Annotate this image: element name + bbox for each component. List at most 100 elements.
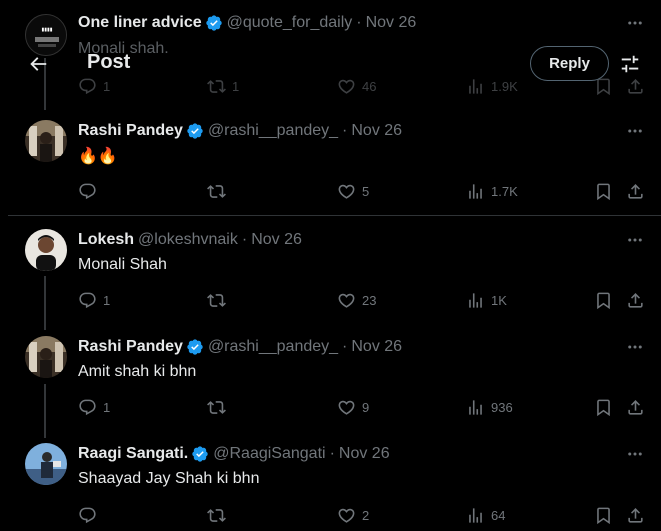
timestamp[interactable]: Nov 26 <box>339 445 390 463</box>
share-action[interactable] <box>626 290 645 310</box>
timestamp[interactable]: Nov 26 <box>351 122 402 140</box>
heart-icon <box>337 506 356 525</box>
tweet-rashi-pandey[interactable]: Rashi Pandey @rashi__pandey_ · Nov 26 Am… <box>0 336 661 432</box>
reply-icon <box>78 398 97 417</box>
more-options-icon[interactable] <box>625 122 645 140</box>
tweet-header: Raagi Sangati. @RaagiSangati · Nov 26 <box>78 443 390 465</box>
bookmark-action[interactable] <box>594 181 613 201</box>
like-action[interactable]: 23 <box>337 290 376 310</box>
reply-action[interactable]: 1 <box>78 290 110 310</box>
handle[interactable]: @RaagiSangati <box>213 445 325 463</box>
separator-dot: · <box>342 338 348 355</box>
timestamp[interactable]: Nov 26 <box>366 14 417 32</box>
repost-action[interactable] <box>207 290 232 310</box>
tweet-rashi-pandey[interactable]: Rashi Pandey @rashi__pandey_ · Nov 26 🔥🔥… <box>0 120 661 216</box>
avatar[interactable] <box>25 443 67 485</box>
verified-badge-icon <box>205 14 223 32</box>
tweet-raagi-sangati[interactable]: Raagi Sangati. @RaagiSangati · Nov 26 Sh… <box>0 443 661 531</box>
handle[interactable]: @lokeshvnaik <box>138 231 238 249</box>
views-icon <box>466 291 485 310</box>
display-name[interactable]: Raagi Sangati. <box>78 445 188 463</box>
display-name[interactable]: One liner advice <box>78 14 202 32</box>
heart-icon <box>337 291 356 310</box>
views-icon <box>466 182 485 201</box>
tweet-header: Rashi Pandey @rashi__pandey_ · Nov 26 <box>78 120 402 142</box>
avatar[interactable] <box>25 336 67 378</box>
more-options-icon[interactable] <box>625 14 645 32</box>
bookmark-action[interactable] <box>594 505 613 525</box>
views-action[interactable]: 936 <box>466 397 513 417</box>
separator-dot: · <box>356 14 362 31</box>
views-icon <box>466 398 485 417</box>
reply-action[interactable] <box>78 181 103 201</box>
avatar[interactable] <box>25 229 67 271</box>
handle[interactable]: @rashi__pandey_ <box>208 338 338 356</box>
heart-icon <box>337 398 356 417</box>
views-action[interactable]: 1.7K <box>466 181 518 201</box>
bookmark-action[interactable] <box>594 397 613 417</box>
bookmark-icon <box>594 506 613 525</box>
verified-badge-icon <box>191 445 209 463</box>
share-icon <box>626 398 645 417</box>
tweet-lokesh[interactable]: Lokesh @lokeshvnaik · Nov 26 Monali Shah… <box>0 229 661 325</box>
bookmark-icon <box>594 291 613 310</box>
separator-dot: · <box>241 231 248 248</box>
more-options-icon[interactable] <box>625 231 645 249</box>
tweet-text: Shaayad Jay Shah ki bhn <box>78 470 260 487</box>
display-name[interactable]: Rashi Pandey <box>78 122 183 140</box>
reply-action[interactable] <box>78 505 103 525</box>
reply-button[interactable]: Reply <box>530 46 609 81</box>
share-icon <box>626 182 645 201</box>
views-action[interactable]: 64 <box>466 505 505 525</box>
divider <box>8 215 661 216</box>
display-name[interactable]: Rashi Pandey <box>78 338 183 356</box>
repost-action[interactable] <box>207 397 232 417</box>
like-action[interactable]: 5 <box>337 181 369 201</box>
display-name[interactable]: Lokesh <box>78 231 134 249</box>
reply-action[interactable]: 1 <box>78 397 110 417</box>
share-action[interactable] <box>626 397 645 417</box>
svg-text:▮▮▮▮: ▮▮▮▮ <box>41 27 52 33</box>
tweet-header: Rashi Pandey @rashi__pandey_ · Nov 26 <box>78 336 402 358</box>
sliders-icon[interactable] <box>619 53 641 75</box>
views-action[interactable]: 1K <box>466 290 507 310</box>
reply-icon <box>78 291 97 310</box>
handle[interactable]: @quote_for_daily <box>227 14 353 32</box>
repost-action[interactable] <box>207 505 232 525</box>
handle[interactable]: @rashi__pandey_ <box>208 122 338 140</box>
repost-icon <box>207 506 226 525</box>
repost-action[interactable] <box>207 181 232 201</box>
bookmark-icon <box>594 182 613 201</box>
bookmark-icon <box>594 398 613 417</box>
tweet-text: 🔥🔥 <box>78 148 118 165</box>
share-icon <box>626 291 645 310</box>
share-action[interactable] <box>626 181 645 201</box>
separator-dot: · <box>342 122 348 139</box>
timestamp[interactable]: Nov 26 <box>351 338 402 356</box>
like-action[interactable]: 9 <box>337 397 369 417</box>
post-header: Post Reply <box>0 44 661 84</box>
tweet-header: Lokesh @lokeshvnaik · Nov 26 <box>78 229 302 251</box>
share-action[interactable] <box>626 505 645 525</box>
timestamp[interactable]: Nov 26 <box>251 231 302 249</box>
heart-icon <box>337 182 356 201</box>
tweet-text: Amit shah ki bhn <box>78 363 197 380</box>
share-icon <box>626 506 645 525</box>
back-arrow-icon[interactable] <box>27 53 49 75</box>
avatar[interactable] <box>25 120 67 162</box>
bookmark-action[interactable] <box>594 290 613 310</box>
tweet-header: One liner advice @quote_for_daily · Nov … <box>78 12 416 34</box>
reply-icon <box>78 182 97 201</box>
like-action[interactable]: 2 <box>337 505 369 525</box>
more-options-icon[interactable] <box>625 338 645 356</box>
reply-icon <box>78 506 97 525</box>
tweet-text: Monali Shah <box>78 256 167 273</box>
verified-badge-icon <box>186 338 204 356</box>
page-title: Post <box>87 51 131 73</box>
repost-icon <box>207 291 226 310</box>
repost-icon <box>207 182 226 201</box>
verified-badge-icon <box>186 122 204 140</box>
views-icon <box>466 506 485 525</box>
more-options-icon[interactable] <box>625 445 645 463</box>
repost-icon <box>207 398 226 417</box>
